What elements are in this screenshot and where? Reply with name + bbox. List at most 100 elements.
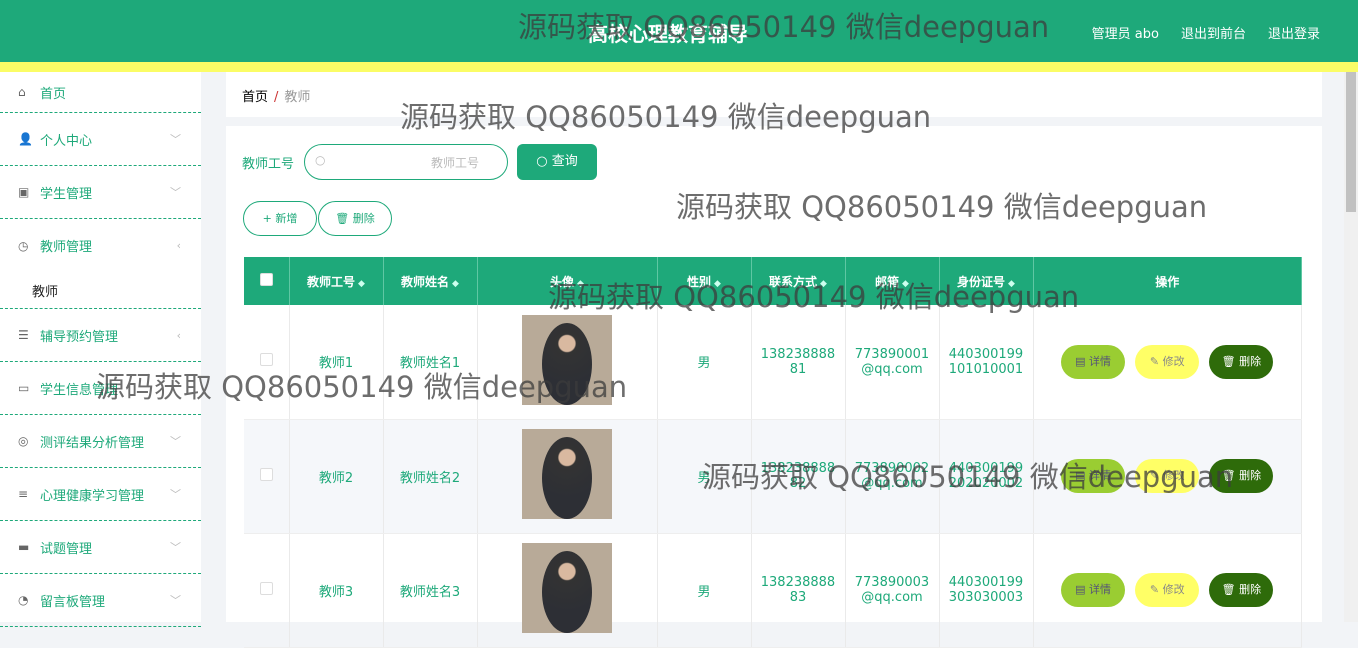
cell-phone: 13823888883 [751,533,846,648]
sidebar-item-3[interactable]: ◷ 教师管理 ‹ [0,219,201,272]
cell-phone: 13823888882 [751,419,846,534]
sidebar-item-5[interactable]: ▭ 学生信息管理 [0,362,201,415]
sidebar-item-0[interactable]: ⌂ 首页 [0,72,201,113]
header-links: 管理员 abo 退出到前台 退出登录 [1092,23,1320,42]
batch-delete-button[interactable]: 🗑 删除 [318,201,392,236]
cell-phone: 13823888881 [751,305,846,420]
cell-email: 773890002@qq.com [845,419,940,534]
breadcrumb-home[interactable]: 首页 [242,90,268,105]
sidebar-item-4[interactable]: ☰ 辅导预约管理 ‹ [0,309,201,362]
sidebar-item-2[interactable]: ▣ 学生管理 ﹀ [0,166,201,219]
select-all[interactable] [244,257,290,305]
row-checkbox[interactable] [244,533,290,648]
user-icon: 👤 [18,132,33,146]
sidebar-subitem-teacher[interactable]: 教师 [0,272,201,309]
sidebar-item-label: 心理健康学习管理 [40,488,145,504]
avatar-image[interactable] [522,314,612,405]
sidebar-item-9[interactable]: ◔ 留言板管理 ﹀ [0,574,201,627]
row-checkbox[interactable] [244,305,290,420]
chevron-icon: ﹀ [170,594,181,607]
sidebar-item-label: 留言板管理 [40,594,106,610]
edit-button[interactable]: ✎ 修改 [1135,344,1200,379]
cell-avatar [477,419,658,534]
cell-gender: 男 [657,533,752,648]
cell-email: 773890001@qq.com [845,305,940,420]
col-email[interactable]: 邮箱 ◆ [845,257,940,305]
gauge-icon: ◷ [18,238,29,253]
cell-avatar [477,305,658,420]
chevron-icon: ﹀ [170,488,181,501]
sidebar-item-label: 个人中心 [40,133,93,149]
breadcrumb-sep: / [274,90,279,105]
detail-button[interactable]: ▤ 详情 [1061,459,1126,493]
col-actions: 操作 [1033,257,1302,305]
detail-button[interactable]: ▤ 详情 [1061,344,1126,379]
search-input[interactable]: ○ 教师工号 [304,144,508,180]
chevron-icon: ﹀ [170,541,181,554]
row-checkbox[interactable] [244,419,290,534]
cell-avatar [477,533,658,648]
col-idcard[interactable]: 身份证号 ◆ [939,257,1034,305]
search-placeholder: 教师工号 [430,156,479,170]
cell-name: 教师姓名1 [383,305,478,420]
cell-email: 773890003@qq.com [845,533,940,648]
col-id[interactable]: 教师工号 ◆ [289,257,384,305]
add-button[interactable]: + 新增 [243,201,317,236]
chevron-icon: ﹀ [170,435,181,448]
detail-button[interactable]: ▤ 详情 [1061,573,1126,607]
cell-idcard: 440300199202020002 [939,419,1034,534]
breadcrumb: 首页 / 教师 [226,72,1322,117]
search-icon: ○ [315,153,326,167]
sidebar-item-label: 辅导预约管理 [40,329,119,345]
cell-name: 教师姓名3 [383,533,478,648]
cell-gender: 男 [657,305,752,420]
cell-actions: ▤ 详情 ✎ 修改 🗑 删除 [1033,419,1302,534]
sidebar-item-label: 学生管理 [40,186,93,202]
admin-user[interactable]: 管理员 abo [1092,23,1159,42]
sidebar-item-label: 试题管理 [40,541,93,557]
cell-idcard: 440300199101010001 [939,305,1034,420]
sidebar-item-label: 测评结果分析管理 [40,435,145,451]
cell-name: 教师姓名2 [383,419,478,534]
chevron-icon: ‹ [176,328,181,342]
teacher-table: 教师工号 ◆ 教师姓名 ◆ 头像 ◆ 性别 ◆ 联系方式 ◆ 邮箱 ◆ 身份证号 ◆ 操作 教… [244,257,1302,648]
cell-idcard: 440300199303030003 [939,533,1034,648]
query-button[interactable]: ○ 查询 [517,144,597,180]
list-icon: ≡ [18,487,29,501]
sidebar-item-label: 学生信息管理 [40,382,119,398]
col-name[interactable]: 教师姓名 ◆ [383,257,478,305]
accent-strip [0,62,1358,72]
scrollbar-thumb[interactable] [1346,72,1356,212]
cell-actions: ▤ 详情 ✎ 修改 🗑 删除 [1033,305,1302,420]
delete-button[interactable]: 🗑 删除 [1209,573,1274,607]
clipboard-icon: ▣ [18,185,30,199]
sidebar-item-label: 首页 [40,86,67,102]
sidebar-item-label: 教师管理 [40,240,93,255]
sidebar-item-6[interactable]: ◎ 测评结果分析管理 ﹀ [0,415,201,468]
cell-id: 教师3 [289,533,384,648]
delete-button[interactable]: 🗑 删除 [1209,344,1274,379]
table-row: 教师2 教师姓名2 男 13823888882 773890002@qq.com… [244,419,1302,534]
monitor-icon: ▬ [18,540,30,554]
app-title: 高校心理教育辅导 [588,22,748,46]
search-label: 教师工号 [242,157,295,172]
col-gender[interactable]: 性别 ◆ [657,257,752,305]
breadcrumb-current: 教师 [284,90,311,105]
edit-button[interactable]: ✎ 修改 [1135,459,1200,493]
chevron-icon: ‹ [176,239,181,252]
home-icon: ⌂ [18,85,26,99]
delete-button[interactable]: 🗑 删除 [1209,459,1274,493]
col-avatar[interactable]: 头像 ◆ [477,257,658,305]
cell-gender: 男 [657,419,752,534]
avatar-image[interactable] [522,543,612,633]
frontend-link[interactable]: 退出到前台 [1181,23,1246,42]
sidebar-item-7[interactable]: ≡ 心理健康学习管理 ﹀ [0,468,201,521]
chevron-icon: ﹀ [170,186,181,199]
edit-button[interactable]: ✎ 修改 [1135,573,1200,607]
query-label: 查询 [551,154,578,169]
sidebar-item-8[interactable]: ▬ 试题管理 ﹀ [0,521,201,574]
sidebar-item-1[interactable]: 👤 个人中心 ﹀ [0,113,201,166]
col-phone[interactable]: 联系方式 ◆ [751,257,846,305]
avatar-image[interactable] [522,429,612,519]
logout-link[interactable]: 退出登录 [1268,23,1320,42]
